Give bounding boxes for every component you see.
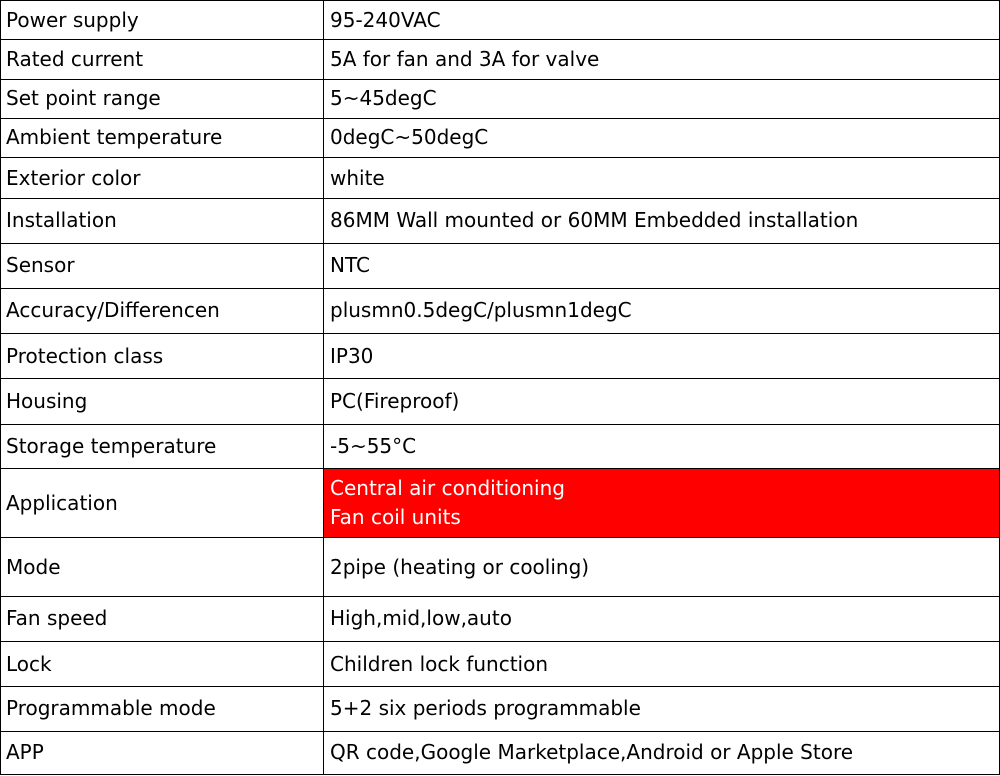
spec-value-highlighted: Central air conditioning Fan coil units [323,467,1000,539]
spec-label: Sensor [0,242,324,289]
spec-value: 86MM Wall mounted or 60MM Embedded insta… [323,198,1000,244]
table-row: APP QR code,Google Marketplace,Android o… [0,730,1000,776]
spec-label: Accuracy/Differencen [0,287,324,335]
spec-label: Storage temperature [0,423,324,469]
table-row: Set point range 5~45degC [0,78,1000,119]
application-line: Central air conditioning [330,476,565,501]
spec-value: 5A for fan and 3A for valve [323,39,1000,80]
table-row: Fan speed High,mid,low,auto [0,595,1000,643]
table-row: Mode 2pipe (heating or cooling) [0,537,1000,597]
table-row: Sensor NTC [0,242,1000,289]
spec-label: Ambient temperature [0,117,324,159]
table-row: Exterior color white [0,156,1000,200]
table-row: Ambient temperature 0degC~50degC [0,117,1000,159]
spec-value: plusmn0.5degC/plusmn1degC [323,287,1000,335]
spec-label: Set point range [0,78,324,119]
spec-value: PC(Fireproof) [323,378,1000,425]
spec-label: Programmable mode [0,686,324,732]
spec-value: 5+2 six periods programmable [323,686,1000,732]
spec-label: Protection class [0,333,324,380]
spec-value: 2pipe (heating or cooling) [323,537,1000,597]
spec-value: 5~45degC [323,78,1000,119]
spec-label: Application [0,467,324,539]
spec-value: Children lock function [323,641,1000,688]
table-row: Power supply 95-240VAC [0,0,1000,41]
table-row: Storage temperature -5~55°C [0,423,1000,469]
spec-value: High,mid,low,auto [323,595,1000,643]
spec-label: Mode [0,537,324,597]
spec-label: Rated current [0,39,324,80]
spec-label: Installation [0,198,324,244]
application-line: Fan coil units [330,505,461,530]
spec-value: 0degC~50degC [323,117,1000,159]
spec-value: -5~55°C [323,423,1000,469]
table-row: Programmable mode 5+2 six periods progra… [0,686,1000,732]
spec-label: Housing [0,378,324,425]
spec-label: Power supply [0,0,324,41]
spec-label: Lock [0,641,324,688]
table-row: Rated current 5A for fan and 3A for valv… [0,39,1000,80]
table-row: Application Central air conditioning Fan… [0,467,1000,539]
table-row: Housing PC(Fireproof) [0,378,1000,425]
table-row: Protection class IP30 [0,333,1000,380]
table-row: Accuracy/Differencen plusmn0.5degC/plusm… [0,287,1000,335]
spec-label: Exterior color [0,156,324,200]
spec-label: APP [0,730,324,776]
table-row: Lock Children lock function [0,641,1000,688]
spec-table: Power supply 95-240VAC Rated current 5A … [0,0,1000,776]
spec-value: NTC [323,242,1000,289]
spec-value: IP30 [323,333,1000,380]
spec-value: 95-240VAC [323,0,1000,41]
spec-value: white [323,156,1000,200]
spec-label: Fan speed [0,595,324,643]
table-row: Installation 86MM Wall mounted or 60MM E… [0,198,1000,244]
spec-value: QR code,Google Marketplace,Android or Ap… [323,730,1000,776]
